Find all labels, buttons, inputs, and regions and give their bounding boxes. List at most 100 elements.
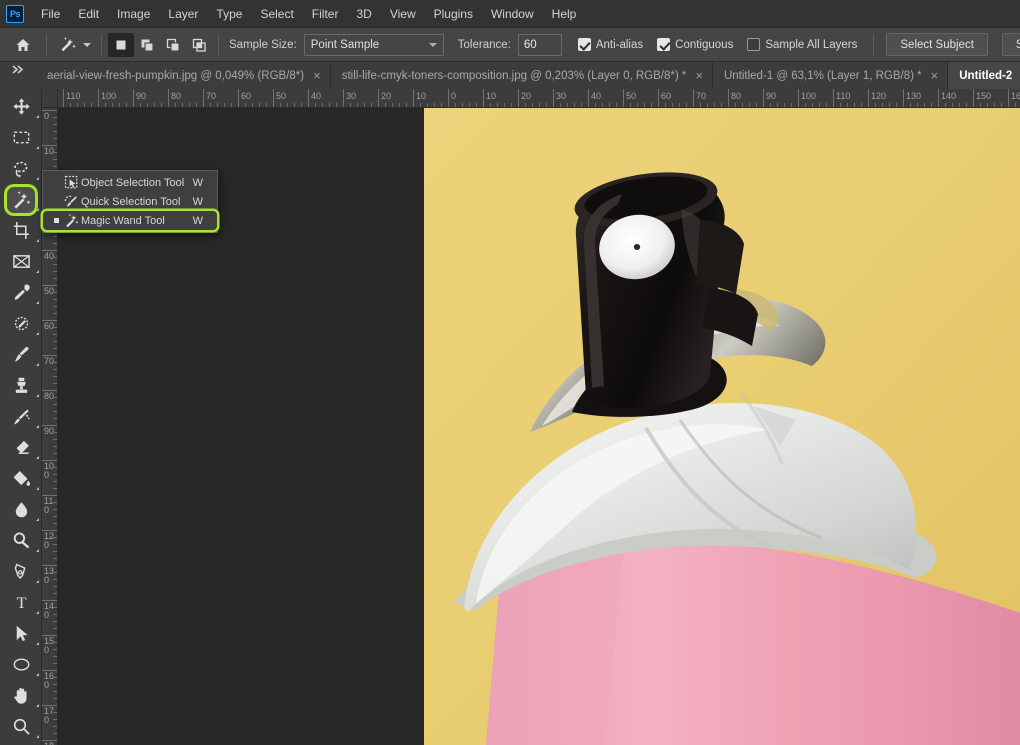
tool-zoom-tool[interactable]	[0, 711, 42, 742]
flyout-item-shortcut: W	[192, 176, 203, 189]
menu-item-help[interactable]: Help	[543, 3, 586, 25]
ruler-minor-tick	[53, 418, 57, 419]
document-artwork[interactable]	[424, 108, 1020, 745]
flyout-item-quick-selection-tool[interactable]: Quick Selection Tool W	[43, 192, 217, 211]
add-to-selection-icon	[141, 39, 154, 52]
tool-gradient-tool[interactable]	[0, 463, 42, 494]
ruler-minor-tick	[847, 103, 848, 107]
flyout-item-label: Magic Wand Tool	[81, 214, 165, 227]
tool-brush-tool[interactable]	[0, 339, 42, 370]
tool-flyout-menu[interactable]: Object Selection Tool W Quick Selection To…	[42, 170, 218, 233]
ruler-label: 160	[1011, 91, 1020, 101]
ruler-minor-tick	[427, 103, 428, 107]
tool-hand-tool[interactable]	[0, 680, 42, 711]
ruler-minor-tick	[385, 103, 386, 107]
close-icon[interactable]: ×	[313, 69, 321, 82]
tool-move-tool[interactable]	[0, 91, 42, 122]
tool-ellipse-tool[interactable]	[0, 649, 42, 680]
tool-eyedropper-tool[interactable]	[0, 277, 42, 308]
ruler-minor-tick	[53, 712, 57, 713]
horizontal-ruler[interactable]: 110 100 90 80 70 60 50 40 30 20 10 0 10 20 30 40 50 60 70 8…	[58, 89, 1020, 108]
ruler-minor-tick	[672, 103, 673, 107]
tool-history-brush-tool[interactable]	[0, 401, 42, 432]
ruler-label: 30	[346, 91, 357, 101]
menu-item-select[interactable]: Select	[251, 3, 302, 25]
tool-clone-stamp-tool[interactable]	[0, 370, 42, 401]
close-icon[interactable]: ×	[695, 69, 703, 82]
ruler-minor-tick	[637, 103, 638, 107]
contiguous-checkbox[interactable]: Contiguous	[657, 38, 733, 51]
ruler-label: 70	[696, 91, 707, 101]
ruler-minor-tick	[609, 103, 610, 107]
anti-alias-label: Anti-alias	[595, 38, 644, 51]
menu-item-plugins[interactable]: Plugins	[425, 3, 482, 25]
ruler-minor-tick	[53, 306, 57, 307]
document-tab[interactable]: Untitled-1 @ 63,1% (Layer 1, RGB/8) * ×	[712, 62, 949, 89]
menu-item-window[interactable]: Window	[482, 3, 543, 25]
document-tab[interactable]: aerial-view-fresh-pumpkin.jpg @ 0,049% (…	[36, 62, 331, 89]
intersect-with-selection-button[interactable]	[186, 33, 212, 57]
ruler-minor-tick	[53, 663, 57, 664]
ruler-minor-tick	[53, 698, 57, 699]
tool-horizontal-type-tool[interactable]: T	[0, 587, 42, 618]
tool-pen-tool[interactable]	[0, 556, 42, 587]
document-tab[interactable]: still-life-cmyk-toners-composition.jpg @…	[330, 62, 713, 89]
ruler-minor-tick	[53, 159, 57, 160]
ruler-minor-tick	[53, 138, 57, 139]
quick-selection-icon	[61, 194, 81, 209]
select-subject-button[interactable]: Select Subject	[886, 33, 988, 56]
sample-all-layers-checkbox[interactable]: Sample All Layers	[747, 38, 857, 51]
subtract-from-selection-button[interactable]	[160, 33, 186, 57]
tool-rectangular-marquee-tool[interactable]	[0, 122, 42, 153]
ruler-minor-tick	[53, 271, 57, 272]
tool-preset-picker[interactable]	[53, 31, 95, 59]
panel-collapse-button[interactable]	[0, 62, 36, 89]
flyout-item-object-selection-tool[interactable]: Object Selection Tool W	[43, 173, 217, 192]
document-tab[interactable]: Untitled-2	[948, 62, 1020, 89]
ruler-minor-tick	[707, 103, 708, 107]
menu-item-file[interactable]: File	[32, 3, 69, 25]
sample-size-select[interactable]: Point Sample	[303, 33, 444, 56]
ruler-minor-tick	[749, 103, 750, 107]
menu-item-layer[interactable]: Layer	[159, 3, 207, 25]
anti-alias-checkbox[interactable]: Anti-alias	[577, 38, 644, 51]
menu-item-type[interactable]: Type	[207, 3, 251, 25]
menu-item-image[interactable]: Image	[108, 3, 159, 25]
new-selection-button[interactable]	[108, 32, 134, 57]
tool-crop-tool[interactable]	[0, 215, 42, 246]
tool-frame-tool[interactable]	[0, 246, 42, 277]
menu-item-view[interactable]: View	[381, 3, 425, 25]
ruler-minor-tick	[154, 103, 155, 107]
ruler-minor-tick	[147, 103, 148, 107]
ruler-minor-tick	[476, 103, 477, 107]
home-button[interactable]	[6, 31, 40, 59]
tool-group-indicator-icon	[36, 332, 39, 335]
flyout-item-magic-wand-tool[interactable]: Magic Wand Tool W	[43, 211, 217, 230]
menu-item-filter[interactable]: Filter	[303, 3, 348, 25]
tool-lasso-tool[interactable]	[0, 153, 42, 184]
ruler-label: 150	[976, 91, 992, 101]
tool-group-indicator-icon	[36, 115, 39, 118]
tolerance-input[interactable]	[517, 33, 562, 56]
document-tab-label: still-life-cmyk-toners-composition.jpg @…	[341, 69, 687, 82]
ruler-minor-tick	[231, 103, 232, 107]
ruler-label: 130	[906, 91, 922, 101]
tool-path-selection-tool[interactable]	[0, 618, 42, 649]
tool-dodge-tool[interactable]	[0, 525, 42, 556]
tool-eraser-tool[interactable]	[0, 432, 42, 463]
add-to-selection-button[interactable]	[134, 33, 160, 57]
select-and-mask-button[interactable]: Select and Mask...	[1001, 33, 1020, 56]
ruler-minor-tick	[53, 313, 57, 314]
tool-spot-healing-brush-tool[interactable]	[0, 308, 42, 339]
menu-item-3d[interactable]: 3D	[347, 3, 380, 25]
close-icon[interactable]: ×	[931, 69, 939, 82]
ruler-label: 90	[766, 91, 777, 101]
ruler-minor-tick	[336, 103, 337, 107]
tool-blur-tool[interactable]	[0, 494, 42, 525]
tool-magic-wand-tool[interactable]	[0, 184, 42, 215]
zoom-icon	[7, 714, 35, 740]
menu-item-edit[interactable]: Edit	[69, 3, 108, 25]
pen-icon	[7, 559, 35, 585]
ruler-minor-tick	[53, 334, 57, 335]
ruler-minor-tick	[714, 103, 715, 107]
